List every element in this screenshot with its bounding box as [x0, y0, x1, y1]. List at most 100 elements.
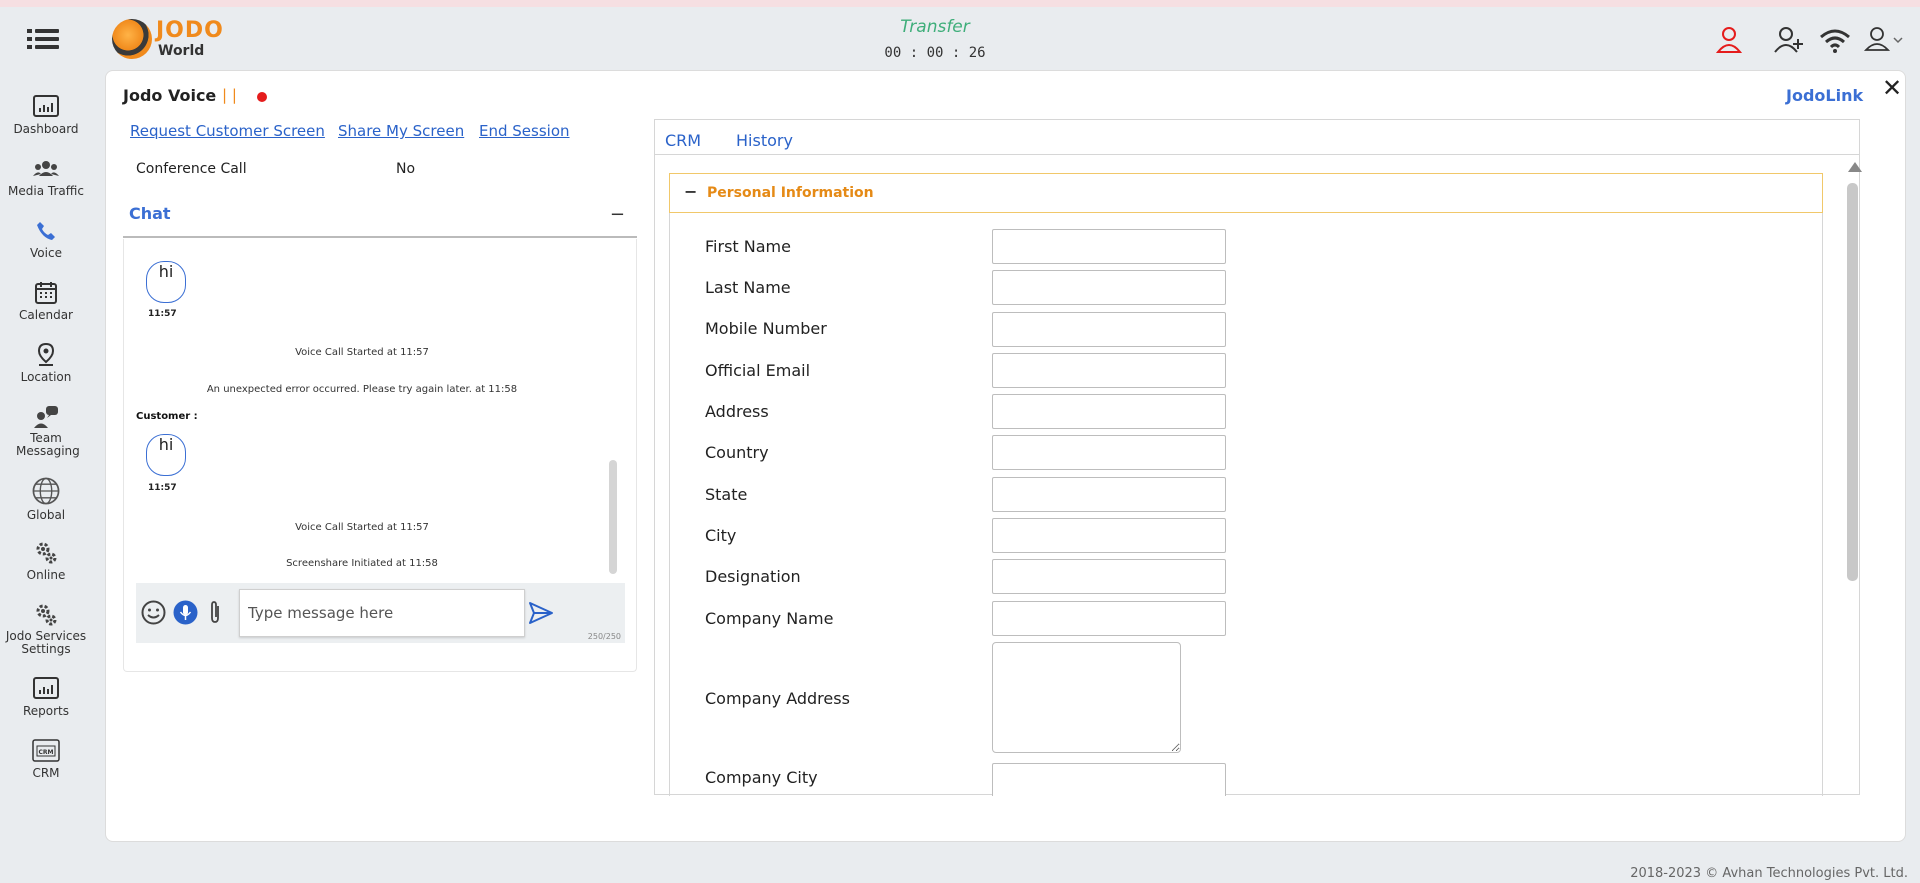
- chat-scrollbar[interactable]: [609, 460, 617, 574]
- dashboard-icon: [33, 95, 59, 117]
- sidebar-item-crm[interactable]: CRM CRM: [0, 738, 92, 780]
- sidebar-item-jodo-services-settings[interactable]: Jodo Services Settings: [0, 602, 92, 656]
- official-email-field[interactable]: [992, 353, 1226, 388]
- crm-panel: CRM History − Personal Information First…: [654, 119, 1862, 796]
- city-field[interactable]: [992, 518, 1226, 553]
- personal-information-form: First Name Last Name Mobile Number Offic…: [669, 213, 1823, 796]
- team-chat-icon: [34, 406, 58, 428]
- emoji-icon[interactable]: [141, 600, 166, 625]
- personal-information-section-header[interactable]: − Personal Information: [669, 173, 1823, 213]
- people-icon: [33, 161, 59, 176]
- recording-indicator-icon: [257, 92, 267, 102]
- alert-user-icon[interactable]: [1712, 23, 1746, 57]
- sidebar-item-label: Online: [26, 568, 66, 582]
- sidebar-item-label: Reports: [22, 704, 70, 718]
- sidebar-item-global[interactable]: Global: [0, 476, 92, 522]
- first-name-label: First Name: [705, 237, 791, 256]
- share-my-screen-link[interactable]: Share My Screen: [338, 122, 464, 140]
- logo-main-text: JODO: [156, 18, 224, 43]
- sidebar-item-media-traffic[interactable]: Media Traffic: [0, 156, 92, 198]
- crm-scrollbar-thumb[interactable]: [1847, 183, 1858, 581]
- designation-field[interactable]: [992, 559, 1226, 594]
- message-time: 11:57: [148, 309, 177, 319]
- request-customer-screen-link[interactable]: Request Customer Screen: [130, 122, 325, 140]
- sidebar-item-dashboard[interactable]: Dashboard: [0, 94, 92, 136]
- sidebar-item-label: CRM: [32, 766, 60, 780]
- company-name-label: Company Name: [705, 609, 834, 628]
- microphone-icon[interactable]: [173, 600, 198, 625]
- crm-icon: CRM: [32, 739, 60, 762]
- globe-icon: [32, 477, 60, 505]
- system-message: Voice Call Started at 11:57: [295, 522, 429, 533]
- chat-composer: 250/250: [136, 583, 625, 643]
- sidebar-item-label: Jodo Services Settings: [5, 629, 87, 656]
- attachment-icon[interactable]: [207, 600, 223, 625]
- send-icon[interactable]: [528, 601, 554, 625]
- first-name-field[interactable]: [992, 229, 1226, 264]
- settings-gears-icon: [36, 604, 57, 626]
- tab-divider: [655, 154, 1859, 155]
- sender-label: Customer :: [136, 411, 198, 422]
- conference-call-value: No: [396, 161, 416, 177]
- add-user-icon[interactable]: [1772, 23, 1806, 57]
- chat-header: Chat −: [123, 204, 637, 238]
- call-timer: 00 : 00 : 26: [884, 45, 986, 61]
- jodo-world-logo[interactable]: JODO World: [112, 18, 232, 63]
- chat-message-bubble: hi: [146, 434, 186, 476]
- mobile-number-field[interactable]: [992, 312, 1226, 347]
- company-city-label: Company City: [705, 768, 818, 787]
- country-label: Country: [705, 443, 769, 462]
- company-address-field[interactable]: [992, 642, 1181, 753]
- phone-icon: [37, 222, 55, 240]
- report-icon: [33, 677, 59, 699]
- tab-crm[interactable]: CRM: [665, 131, 701, 150]
- end-session-link[interactable]: End Session: [479, 122, 570, 140]
- chat-minimize-button[interactable]: −: [610, 204, 625, 225]
- sidebar-item-reports[interactable]: Reports: [0, 676, 92, 718]
- state-field[interactable]: [992, 477, 1226, 512]
- company-city-field[interactable]: [992, 763, 1226, 796]
- sidebar-item-calendar[interactable]: Calendar: [0, 280, 92, 322]
- address-label: Address: [705, 402, 769, 421]
- sidebar-item-label: Calendar: [19, 308, 73, 322]
- gears-icon: [36, 542, 57, 564]
- system-message: An unexpected error occurred. Please try…: [206, 384, 518, 395]
- sidebar-item-label: Dashboard: [13, 122, 79, 136]
- section-title: Personal Information: [707, 185, 874, 201]
- company-address-label: Company Address: [705, 689, 850, 708]
- session-title: Jodo Voice: [123, 86, 217, 105]
- top-bar: JODO World Transfer 00 : 00 : 26: [0, 7, 1920, 64]
- globe-logo-icon: [112, 19, 152, 59]
- address-field[interactable]: [992, 394, 1226, 429]
- last-name-label: Last Name: [705, 278, 791, 297]
- calendar-icon: [35, 282, 57, 304]
- sidebar-item-label: Voice: [30, 246, 62, 260]
- last-name-field[interactable]: [992, 270, 1226, 305]
- system-message: Voice Call Started at 11:57: [295, 347, 429, 358]
- logo-sub-text: World: [158, 43, 205, 59]
- official-email-label: Official Email: [705, 361, 811, 380]
- company-name-field[interactable]: [992, 601, 1226, 636]
- chat-title: Chat: [129, 204, 171, 223]
- state-label: State: [705, 485, 748, 504]
- collapse-icon[interactable]: −: [684, 182, 697, 201]
- scroll-up-arrow-icon[interactable]: [1848, 162, 1862, 172]
- wifi-icon[interactable]: [1818, 23, 1852, 57]
- profile-menu-icon[interactable]: [1862, 23, 1910, 57]
- country-field[interactable]: [992, 435, 1226, 470]
- city-label: City: [705, 526, 737, 545]
- close-icon[interactable]: ✕: [1882, 74, 1902, 102]
- character-counter: 250/250: [587, 632, 621, 641]
- sidebar-item-voice[interactable]: Voice: [0, 218, 92, 260]
- svg-text:CRM: CRM: [39, 749, 54, 756]
- sidebar: Dashboard Media Traffic Voice Calendar L…: [0, 64, 92, 883]
- call-status: Transfer: [900, 17, 970, 37]
- chat-message-input[interactable]: [239, 589, 525, 637]
- message-time: 11:57: [148, 483, 177, 493]
- menu-icon[interactable]: [27, 27, 61, 51]
- sidebar-item-location[interactable]: Location: [0, 342, 92, 384]
- sidebar-item-team-messaging[interactable]: Team Messaging: [0, 404, 92, 458]
- tab-history[interactable]: History: [736, 131, 793, 150]
- mobile-number-label: Mobile Number: [705, 319, 827, 338]
- sidebar-item-online[interactable]: Online: [0, 540, 92, 582]
